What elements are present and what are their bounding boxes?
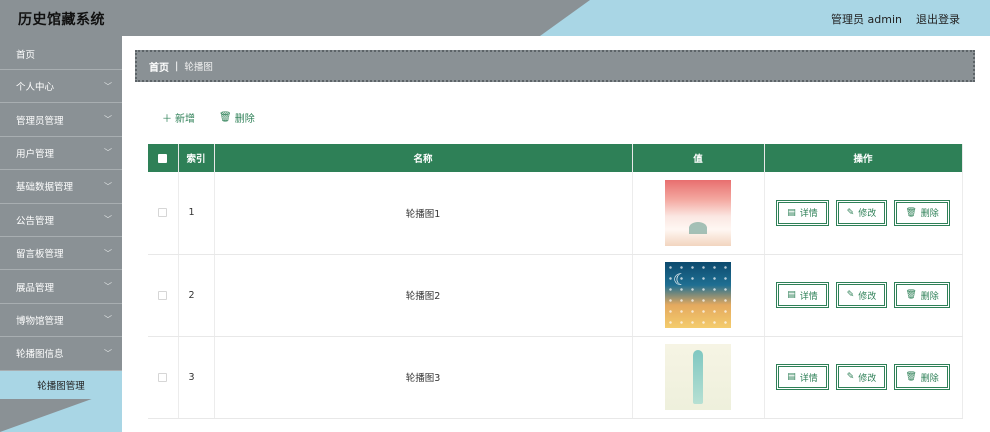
table-row: 1 轮播图1 ▤ 详情 ✎ 修改 🗑 删除 (148, 172, 963, 255)
sidebar-item-user-mgmt[interactable]: 用户管理 ﹀ (0, 137, 122, 171)
sidebar-item-exhibit-mgmt[interactable]: 展品管理 ﹀ (0, 270, 122, 304)
sidebar-item-label: 个人中心 (16, 82, 55, 94)
chevron-down-icon: ﹀ (104, 282, 112, 292)
breadcrumb-current: 轮播图 (184, 62, 213, 73)
table-header-row: 索引 名称 值 操作 (148, 144, 963, 172)
trash-icon: 🗑 (905, 372, 917, 382)
select-all-checkbox-cell[interactable] (148, 144, 179, 172)
edit-button[interactable]: ✎ 修改 (835, 199, 888, 226)
sidebar-item-message-board[interactable]: 留言板管理 ﹀ (0, 237, 122, 271)
sidebar-item-museum-mgmt[interactable]: 博物馆管理 ﹀ (0, 304, 122, 338)
select-all-checkbox[interactable] (158, 153, 168, 163)
trash-icon: 🗑 (905, 207, 917, 218)
chevron-down-icon: ﹀ (104, 348, 112, 358)
sidebar: 首页 个人中心 ﹀ 管理员管理 ﹀ 用户管理 ﹀ 基础数据管理 ﹀ 公告管理 ﹀… (0, 36, 122, 432)
trash-icon: 🗑 (905, 290, 917, 300)
carousel-thumbnail[interactable] (665, 262, 731, 328)
sidebar-item-carousel-info[interactable]: 轮播图信息 ﹀ (0, 337, 122, 371)
app-title: 历史馆藏系统 (18, 12, 105, 28)
detail-button[interactable]: ▤ 详情 (776, 364, 829, 390)
column-header-ops: 操作 (764, 144, 963, 172)
header-user-area: 管理员 admin 退出登录 (831, 11, 960, 27)
chevron-down-icon: ﹀ (104, 248, 112, 258)
sidebar-item-admin-mgmt[interactable]: 管理员管理 ﹀ (0, 103, 122, 137)
chevron-down-icon: ﹀ (104, 181, 112, 191)
sidebar-item-label: 基础数据管理 (16, 182, 74, 194)
sidebar-item-label: 展品管理 (16, 282, 55, 294)
document-icon: ▤ (787, 372, 796, 382)
row-name: 轮播图2 (214, 254, 633, 337)
sidebar-item-label: 管理员管理 (16, 115, 64, 127)
row-name: 轮播图1 (214, 172, 633, 255)
row-index: 2 (178, 254, 215, 337)
sidebar-item-basic-data[interactable]: 基础数据管理 ﹀ (0, 170, 122, 204)
pencil-icon: ✎ (846, 372, 855, 382)
breadcrumb-separator: | (175, 60, 179, 72)
delete-button-label: 删除 (234, 114, 255, 125)
sidebar-item-label: 用户管理 (16, 148, 55, 160)
edit-button[interactable]: ✎ 修改 (835, 282, 888, 308)
chevron-down-icon: ﹀ (104, 115, 112, 125)
edit-button[interactable]: ✎ 修改 (835, 364, 888, 390)
sidebar-item-home[interactable]: 首页 (0, 36, 122, 70)
sidebar-item-label: 轮播图信息 (16, 349, 64, 361)
column-header-name: 名称 (214, 144, 633, 172)
row-checkbox[interactable] (158, 290, 168, 300)
header: 历史馆藏系统 管理员 admin 退出登录 (0, 0, 990, 36)
column-header-value: 值 (632, 144, 765, 172)
add-button[interactable]: ＋ 新增 (162, 110, 195, 125)
detail-button[interactable]: ▤ 详情 (776, 282, 829, 308)
column-header-index: 索引 (178, 144, 215, 172)
row-name: 轮播图3 (214, 336, 633, 419)
trash-icon: 🗑 (219, 112, 232, 123)
sidebar-decoration (0, 396, 122, 432)
row-delete-button[interactable]: 🗑 删除 (894, 364, 950, 390)
document-icon: ▤ (787, 207, 796, 218)
chevron-down-icon: ﹀ (104, 148, 112, 158)
add-button-label: 新增 (175, 114, 195, 125)
table-row: 2 轮播图2 ▤详情 ✎修改 🗑删除 (148, 254, 963, 337)
sidebar-item-label: 公告管理 (16, 215, 55, 227)
logout-link[interactable]: 退出登录 (916, 11, 960, 27)
data-table: 索引 名称 值 操作 1 轮播图1 ▤ 详情 ✎ 修改 🗑 删除 2 轮播图2 … (148, 144, 963, 419)
detail-button[interactable]: ▤ 详情 (776, 199, 829, 226)
sidebar-item-label: 留言板管理 (16, 249, 64, 261)
user-label: 管理员 admin (831, 13, 902, 26)
row-delete-button[interactable]: 🗑 删除 (894, 282, 950, 308)
sidebar-item-notice-mgmt[interactable]: 公告管理 ﹀ (0, 204, 122, 237)
row-index: 3 (178, 336, 215, 419)
delete-button[interactable]: 🗑 删除 (219, 110, 255, 125)
sidebar-item-label: 博物馆管理 (16, 315, 64, 327)
breadcrumb-home[interactable]: 首页 (149, 59, 169, 74)
document-icon: ▤ (787, 290, 796, 300)
row-checkbox[interactable] (158, 372, 168, 382)
toolbar: ＋ 新增 🗑 删除 (162, 110, 255, 125)
row-delete-button[interactable]: 🗑 删除 (894, 199, 950, 226)
pencil-icon: ✎ (846, 290, 855, 300)
chevron-down-icon: ﹀ (104, 315, 112, 325)
carousel-thumbnail[interactable] (665, 179, 731, 246)
main-content: 首页 | 轮播图 ＋ 新增 🗑 删除 索引 名称 值 操作 1 轮播图1 ▤ 详… (122, 36, 990, 432)
pencil-icon: ✎ (846, 207, 855, 218)
table-row: 3 轮播图3 ▤ 详情 ✎ 修改 🗑 删除 (148, 336, 963, 419)
chevron-down-icon: ﹀ (104, 215, 112, 225)
chevron-down-icon: ﹀ (104, 81, 112, 91)
carousel-thumbnail[interactable] (665, 344, 731, 410)
sidebar-item-personal-center[interactable]: 个人中心 ﹀ (0, 70, 122, 104)
sidebar-subitem-carousel-mgmt[interactable]: 轮播图管理 (0, 370, 122, 399)
sidebar-item-label: 首页 (16, 50, 36, 61)
row-index: 1 (178, 172, 215, 255)
row-checkbox[interactable] (158, 208, 168, 218)
breadcrumb: 首页 | 轮播图 (135, 50, 975, 82)
plus-icon: ＋ (162, 114, 172, 125)
